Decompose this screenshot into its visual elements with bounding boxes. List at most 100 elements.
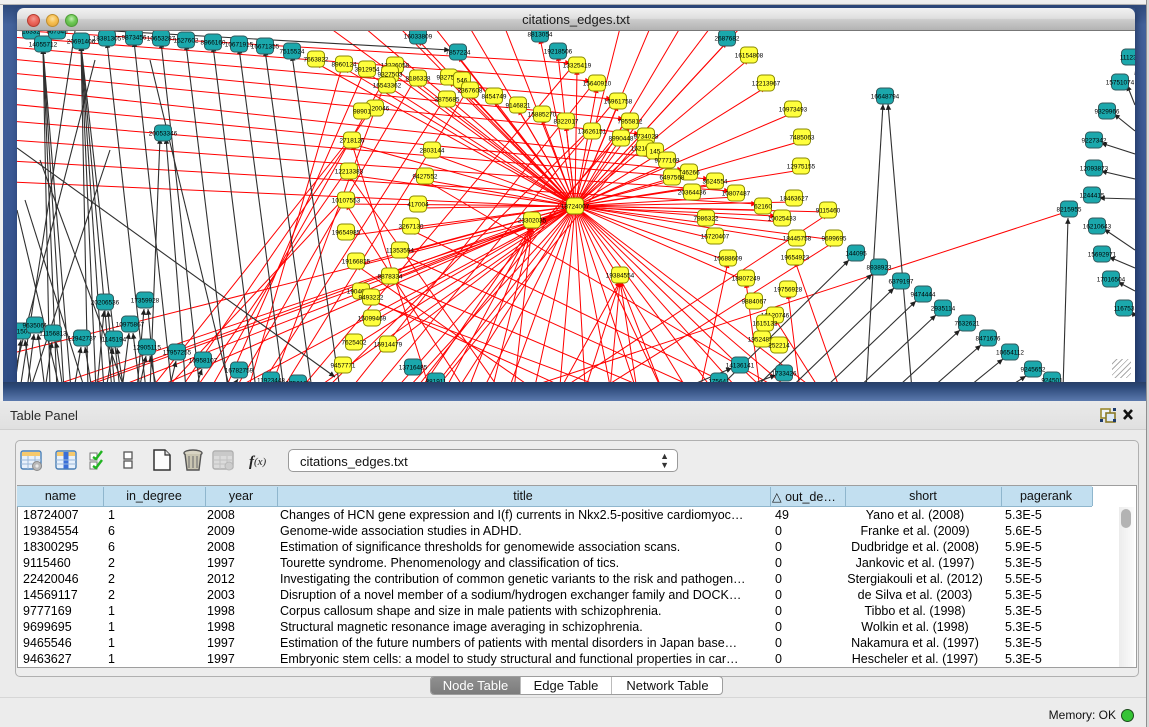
svg-text:11156813: 11156813 [39, 331, 67, 338]
svg-text:16210643: 16210643 [1083, 224, 1112, 231]
svg-text:18381305: 18381305 [93, 36, 122, 43]
svg-text:8813054: 8813054 [528, 32, 553, 39]
svg-text:20053346: 20053346 [149, 131, 178, 138]
svg-text:19384554: 19384554 [606, 273, 635, 280]
svg-text:12975155: 12975155 [787, 164, 816, 171]
svg-text:3624554: 3624554 [703, 179, 728, 186]
svg-text:9777169: 9777169 [655, 158, 680, 165]
svg-text:967545: 967545 [46, 31, 68, 36]
svg-text:18807249: 18807249 [732, 276, 761, 283]
svg-text:1527602: 1527602 [174, 38, 199, 45]
svg-text:8878334: 8878334 [378, 274, 403, 281]
svg-text:8938923: 8938923 [867, 265, 892, 272]
svg-text:10975867: 10975867 [116, 322, 145, 329]
svg-text:9427552: 9427552 [413, 174, 438, 181]
svg-text:20691406: 20691406 [67, 39, 96, 46]
svg-text:12905115: 12905115 [133, 345, 161, 352]
svg-text:8186328: 8186328 [406, 76, 431, 83]
svg-text:9884067: 9884067 [742, 299, 767, 306]
svg-text:116753: 116753 [1114, 306, 1135, 313]
svg-text:10958107: 10958107 [189, 358, 218, 365]
svg-text:15885270: 15885270 [528, 112, 557, 119]
svg-text:8215955: 8215955 [1057, 207, 1082, 214]
svg-text:10688609: 10688609 [714, 256, 743, 263]
svg-text:62160: 62160 [754, 204, 772, 211]
svg-text:17957255: 17957255 [163, 350, 192, 357]
svg-text:9474444: 9474444 [911, 292, 936, 299]
svg-text:8990448: 8990448 [609, 136, 634, 143]
svg-text:8966160: 8966160 [201, 40, 226, 47]
svg-text:9227342: 9227342 [1082, 138, 1107, 145]
svg-text:8322017: 8322017 [554, 119, 579, 126]
svg-text:7625402: 7625402 [342, 340, 367, 347]
svg-text:9873456: 9873456 [122, 35, 147, 42]
svg-text:23302035: 23302035 [518, 218, 547, 225]
svg-text:252214: 252214 [768, 343, 790, 350]
svg-text:10653287: 10653287 [147, 36, 176, 43]
svg-text:144095: 144095 [845, 251, 867, 258]
svg-text:18724007: 18724007 [561, 204, 590, 211]
svg-text:9146821: 9146821 [506, 103, 531, 110]
svg-text:7515524: 7515524 [280, 49, 305, 56]
svg-text:12213967: 12213967 [752, 81, 781, 88]
svg-text:15914479: 15914479 [374, 342, 403, 349]
svg-text:19756928: 19756928 [774, 287, 803, 294]
svg-text:2935114: 2935114 [931, 306, 956, 313]
svg-text:16671355: 16671355 [251, 44, 280, 51]
svg-text:1145194: 1145194 [102, 337, 127, 344]
svg-text:111234: 111234 [1120, 55, 1135, 62]
svg-text:1244415: 1244415 [1080, 193, 1105, 200]
svg-text:8960124: 8960124 [332, 62, 357, 69]
svg-text:12213383: 12213383 [335, 169, 364, 176]
svg-text:10654112: 10654112 [996, 350, 1024, 357]
svg-text:9115460: 9115460 [816, 208, 841, 215]
svg-text:10107553: 10107553 [332, 198, 361, 205]
svg-text:18463627: 18463627 [780, 196, 809, 203]
svg-text:7485063: 7485063 [790, 135, 815, 142]
svg-text:10807487: 10807487 [722, 191, 751, 198]
svg-text:7663822: 7663822 [304, 57, 329, 64]
svg-text:(x): (x) [254, 456, 267, 468]
svg-text:3912954: 3912954 [355, 67, 380, 74]
svg-text:2367608: 2367608 [458, 88, 483, 95]
svg-text:19166825: 19166825 [342, 259, 371, 266]
svg-text:19654923: 19654923 [781, 255, 810, 262]
svg-text:14055712: 14055712 [29, 42, 58, 49]
svg-text:3267130: 3267130 [399, 224, 424, 231]
svg-text:6379197: 6379197 [889, 279, 914, 286]
svg-text:19218506: 19218506 [544, 49, 573, 56]
svg-text:10973493: 10973493 [779, 107, 808, 114]
svg-text:98901: 98901 [353, 109, 371, 116]
svg-text:13325419: 13325419 [563, 63, 592, 70]
svg-text:7632621: 7632621 [955, 321, 980, 328]
svg-text:13626151: 13626151 [578, 129, 607, 136]
svg-text:7986322: 7986322 [694, 216, 719, 223]
svg-text:20206536: 20206536 [91, 300, 120, 307]
svg-text:20364436: 20364436 [678, 190, 707, 197]
svg-text:9493222: 9493222 [359, 295, 384, 302]
svg-text:16099469: 16099469 [358, 316, 387, 323]
svg-text:16033809: 16033809 [404, 34, 433, 41]
svg-text:16154808: 16154808 [735, 53, 764, 60]
svg-text:13716485: 13716485 [399, 365, 428, 372]
svg-text:17016504: 17016504 [1097, 277, 1126, 284]
svg-text:2803144: 2803144 [420, 148, 445, 155]
svg-text:16782759: 16782759 [225, 368, 254, 375]
svg-text:11353594: 11353594 [386, 248, 414, 255]
svg-text:12942737: 12942737 [68, 336, 97, 343]
svg-text:9734028: 9734028 [634, 134, 659, 141]
svg-text:7857224: 7857224 [446, 50, 471, 57]
svg-text:2718126: 2718126 [340, 138, 365, 145]
svg-text:16332: 16332 [22, 31, 40, 36]
svg-text:10025433: 10025433 [768, 216, 797, 223]
svg-text:1615132: 1615132 [753, 321, 778, 328]
svg-text:16648794: 16648794 [871, 94, 900, 101]
svg-text:2687682: 2687682 [715, 36, 740, 43]
svg-text:6497568: 6497568 [660, 175, 685, 182]
svg-text:18445758: 18445758 [783, 236, 812, 243]
svg-text:16543362: 16543362 [373, 83, 402, 90]
svg-text:14136141: 14136141 [726, 363, 755, 370]
svg-text:15640910: 15640910 [583, 81, 612, 88]
svg-text:15720407: 15720407 [701, 234, 730, 241]
svg-text:1733426: 1733426 [772, 371, 797, 378]
